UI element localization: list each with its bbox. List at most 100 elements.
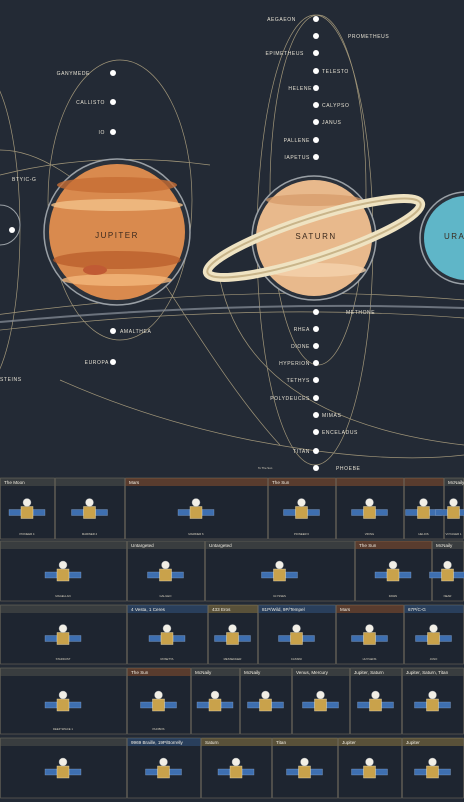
cell-header xyxy=(0,541,127,549)
spacecraft-cell[interactable] xyxy=(0,737,127,799)
spacecraft-caption: HUYGENS xyxy=(363,657,377,661)
cell-header xyxy=(404,478,444,486)
moon-label: IAPETUS xyxy=(284,155,310,161)
cell-title: Mars xyxy=(129,480,140,485)
spacecraft-cell[interactable]: The Sun DAWN xyxy=(355,540,432,602)
spacecraft-cell[interactable]: Venus, Mercury xyxy=(292,667,350,735)
spacecraft-cell[interactable]: HELIOS xyxy=(404,477,444,540)
spacecraft-cell[interactable]: The Moon PIONEER 4 xyxy=(0,477,55,540)
spacecraft-cell[interactable]: Untargeted ULYSSES xyxy=(205,540,355,602)
moon-label: TELESTO xyxy=(322,69,349,75)
cell-title: 4 Vesta, 1 Ceres xyxy=(131,607,166,612)
spacecraft-cell[interactable]: McNaily NEAR xyxy=(429,540,464,602)
cell-title: 67P/C-G xyxy=(408,607,426,612)
spacecraft-cell[interactable]: Jupiter, Saturn, Titan xyxy=(402,667,464,735)
moon-dot xyxy=(313,395,319,401)
moon-label: ENCELADUS xyxy=(322,430,358,436)
moon-dot xyxy=(313,448,319,454)
moon-dot xyxy=(313,309,319,315)
moon-dot xyxy=(313,343,319,349)
spacecraft-cell[interactable]: 81P/Wild, 9P/Tempel CASSINI xyxy=(258,604,336,665)
spacecraft-caption: MARINER 4 xyxy=(82,532,98,536)
moon-dot xyxy=(110,99,116,105)
cell-title: Jupiter, Saturn, Titan xyxy=(406,670,449,675)
spacecraft-caption: STARDUST xyxy=(56,657,71,661)
cell-title: The Sun xyxy=(359,543,377,548)
spacecraft-cell[interactable]: Jupiter xyxy=(338,737,402,799)
spacecraft-cell[interactable]: MARINER 4 xyxy=(55,477,125,540)
cell-title: Jupiter, Saturn xyxy=(354,670,384,675)
spacecraft-cell[interactable]: The Sun PHOBOS xyxy=(127,667,191,735)
spacecraft-cell[interactable]: Titan xyxy=(272,737,338,799)
cell-title: Untargeted xyxy=(209,543,232,548)
spacecraft-cell[interactable]: DEEP SPACE 1 xyxy=(0,667,127,735)
moon-dot xyxy=(313,412,319,418)
moon-label: DIONE xyxy=(291,344,310,350)
cell-title: The Moon xyxy=(4,480,25,485)
spacecraft-cell[interactable]: Untargeted GALILEO xyxy=(127,540,205,602)
cell-title: Titan xyxy=(276,740,286,745)
spacecraft-cell[interactable]: 9969 Braille, 19P/Borrelly xyxy=(127,737,201,799)
cell-title: Jupiter xyxy=(342,740,356,745)
moon-label: EUROPA xyxy=(85,360,109,366)
spacecraft-cell[interactable]: The Sun PIONEER 6 xyxy=(268,477,336,540)
spacecraft-caption: DEEP SPACE 1 xyxy=(53,727,73,731)
cell-title: McNaily xyxy=(448,480,464,485)
cell-title: McNaily xyxy=(244,670,261,675)
moon-dot xyxy=(110,359,116,365)
spacecraft-caption: MARINER 6 xyxy=(188,532,204,536)
cell-title: McNaily xyxy=(436,543,453,548)
moon-label: GANYMEDE xyxy=(57,71,90,77)
moon-label: RHEA xyxy=(294,327,310,333)
moon-label: METHONE xyxy=(346,310,375,316)
cell-title: Mars xyxy=(340,607,351,612)
moon-label: PHOEBE xyxy=(336,466,361,472)
spacecraft-cell[interactable]: VIKING xyxy=(336,477,404,540)
cell-header xyxy=(0,605,127,613)
orbit-note: To The Sun xyxy=(258,466,273,470)
cell-header xyxy=(336,478,404,486)
moon-dot xyxy=(313,102,319,108)
moon-dot xyxy=(313,429,319,435)
moon-label: HYPERION xyxy=(279,361,310,367)
spacecraft-caption: PIONEER 6 xyxy=(294,532,309,536)
moon-label: EPIMETHEUS xyxy=(265,51,304,57)
spacecraft-cell[interactable]: Mars HUYGENS xyxy=(336,604,404,665)
spacecraft-caption: ROSETTA xyxy=(160,657,173,661)
spacecraft-cell[interactable]: 67P/C-G JUNO xyxy=(404,604,464,665)
cell-title: 9969 Braille, 19P/Borrelly xyxy=(131,740,184,745)
spacecraft-cell[interactable]: 433 Eros MESSENGER xyxy=(208,604,258,665)
moon-label: AMALTHEA xyxy=(120,329,151,335)
jupiter-label: JUPITER xyxy=(95,231,139,240)
moon-label: TETHYS xyxy=(287,378,310,384)
spacecraft-cell[interactable]: McNaily xyxy=(240,667,292,735)
cell-header xyxy=(0,668,127,676)
spacecraft-caption: PIONEER 4 xyxy=(20,532,35,536)
moon-dot xyxy=(313,33,319,39)
moon-label: PALLENE xyxy=(284,138,310,144)
spacecraft-caption: JUNO xyxy=(430,657,438,661)
moon-dot xyxy=(313,360,319,366)
moon-dot xyxy=(313,68,319,74)
moon-label: BTYIC-G xyxy=(12,177,36,183)
moon-label: TITAN xyxy=(293,449,310,455)
spacecraft-caption: ULYSSES xyxy=(273,594,286,598)
spacecraft-cell[interactable]: MAGELLAN xyxy=(0,540,127,602)
spacecraft-cell[interactable]: Jupiter, Saturn xyxy=(350,667,402,735)
spacecraft-caption: MAGELLAN xyxy=(55,594,70,598)
cell-title: 81P/Wild, 9P/Tempel xyxy=(262,607,305,612)
spacecraft-cell[interactable]: STARDUST xyxy=(0,604,127,665)
cell-title: Saturn xyxy=(205,740,219,745)
spacecraft-cell[interactable]: Jupiter xyxy=(402,737,464,799)
cell-title: McNaily xyxy=(195,670,212,675)
spacecraft-cell[interactable]: Mars MARINER 6 xyxy=(125,477,268,540)
uranus-label: URAN xyxy=(444,232,464,241)
spacecraft-cell[interactable]: 4 Vesta, 1 Ceres ROSETTA xyxy=(127,604,208,665)
spacecraft-cell[interactable]: Saturn xyxy=(201,737,272,799)
moon-dot xyxy=(110,129,116,135)
cell-title: The Sun xyxy=(272,480,290,485)
moon-label: JANUS xyxy=(322,120,341,126)
spacecraft-cell[interactable]: McNaily xyxy=(191,667,240,735)
moon-label: MIMAS xyxy=(322,413,341,419)
cell-header xyxy=(55,478,125,486)
